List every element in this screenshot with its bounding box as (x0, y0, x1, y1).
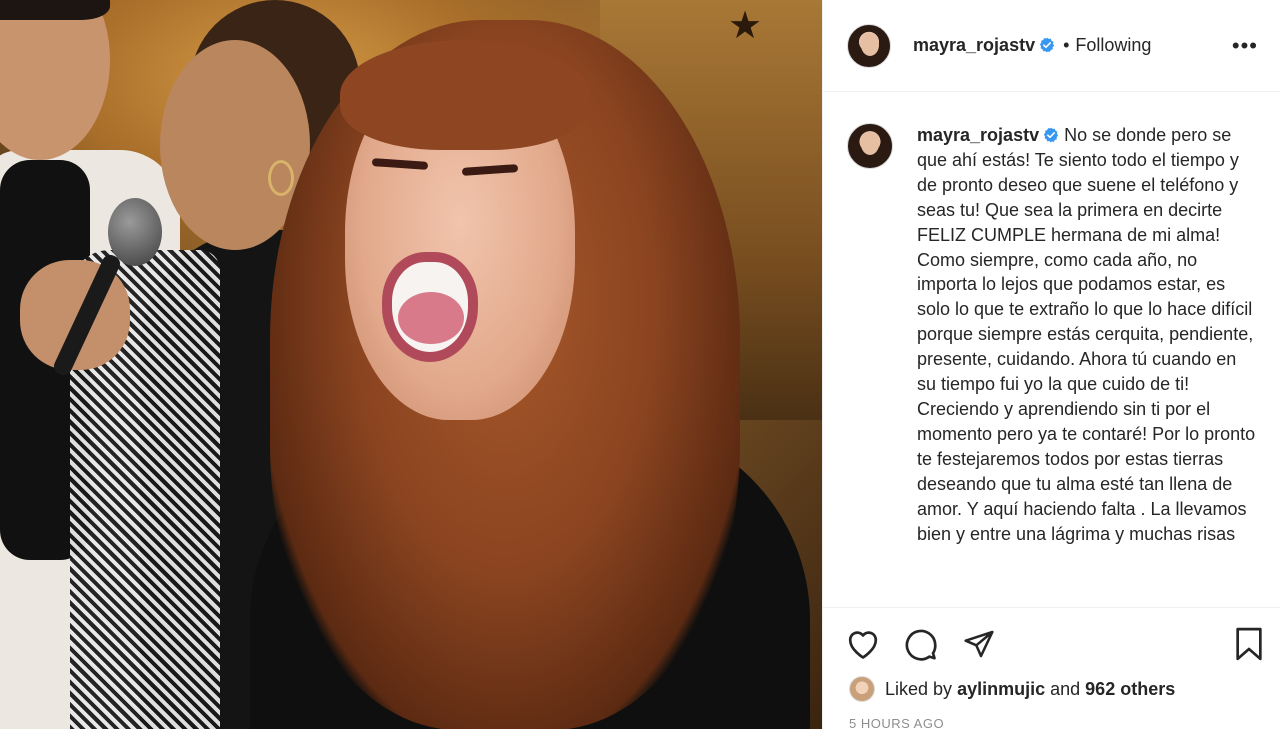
liker-username[interactable]: aylinmujic (957, 679, 1045, 700)
separator-dot: • (1063, 35, 1070, 55)
photo-main-woman-bangs (340, 40, 590, 150)
author-username[interactable]: mayra_rojastv (913, 35, 1055, 56)
star-decoration-icon: ★ (728, 5, 763, 47)
caption-username[interactable]: mayra_rojastv (917, 125, 1059, 145)
action-icons (845, 626, 997, 662)
photo-man-hair (0, 0, 110, 20)
post-side-panel: mayra_rojastv • Following ••• mayra_roja… (822, 0, 1280, 729)
caption-body: No se donde pero se que ahí estás! Te si… (917, 125, 1256, 544)
photo-microphone-icon (108, 198, 162, 266)
caption-avatar[interactable] (847, 123, 893, 169)
likes-prefix: Liked by (885, 678, 953, 699)
author-avatar[interactable] (847, 23, 891, 68)
post-header: mayra_rojastv • Following ••• (823, 0, 1280, 92)
verified-badge-icon (1039, 37, 1055, 53)
liker-avatar[interactable] (849, 676, 875, 702)
photo-tongue (398, 292, 464, 344)
more-options-icon[interactable]: ••• (1232, 35, 1258, 57)
post-actions: Liked by aylinmujic and 962 others 5 HOU… (823, 607, 1280, 729)
post-timestamp[interactable]: 5 HOURS AGO (849, 716, 944, 729)
caption-scroll-area[interactable]: mayra_rojastv No se donde pero se que ah… (823, 93, 1280, 607)
share-icon[interactable] (961, 626, 997, 662)
bookmark-icon[interactable] (1231, 626, 1267, 662)
following-button[interactable]: Following (1075, 35, 1151, 56)
caption-text: mayra_rojastv No se donde pero se que ah… (917, 123, 1257, 546)
photo-earring (268, 160, 294, 196)
likes-others[interactable]: 962 others (1085, 679, 1175, 700)
post-photo[interactable]: ★ (0, 0, 822, 729)
verified-badge-icon (1043, 127, 1059, 143)
caption-comment: mayra_rojastv No se donde pero se que ah… (847, 123, 1257, 546)
comment-icon[interactable] (903, 626, 939, 662)
likes-connector: and (1050, 678, 1081, 699)
likes-summary: Liked by aylinmujic and 962 others (849, 676, 1175, 702)
heart-icon[interactable] (845, 626, 881, 662)
